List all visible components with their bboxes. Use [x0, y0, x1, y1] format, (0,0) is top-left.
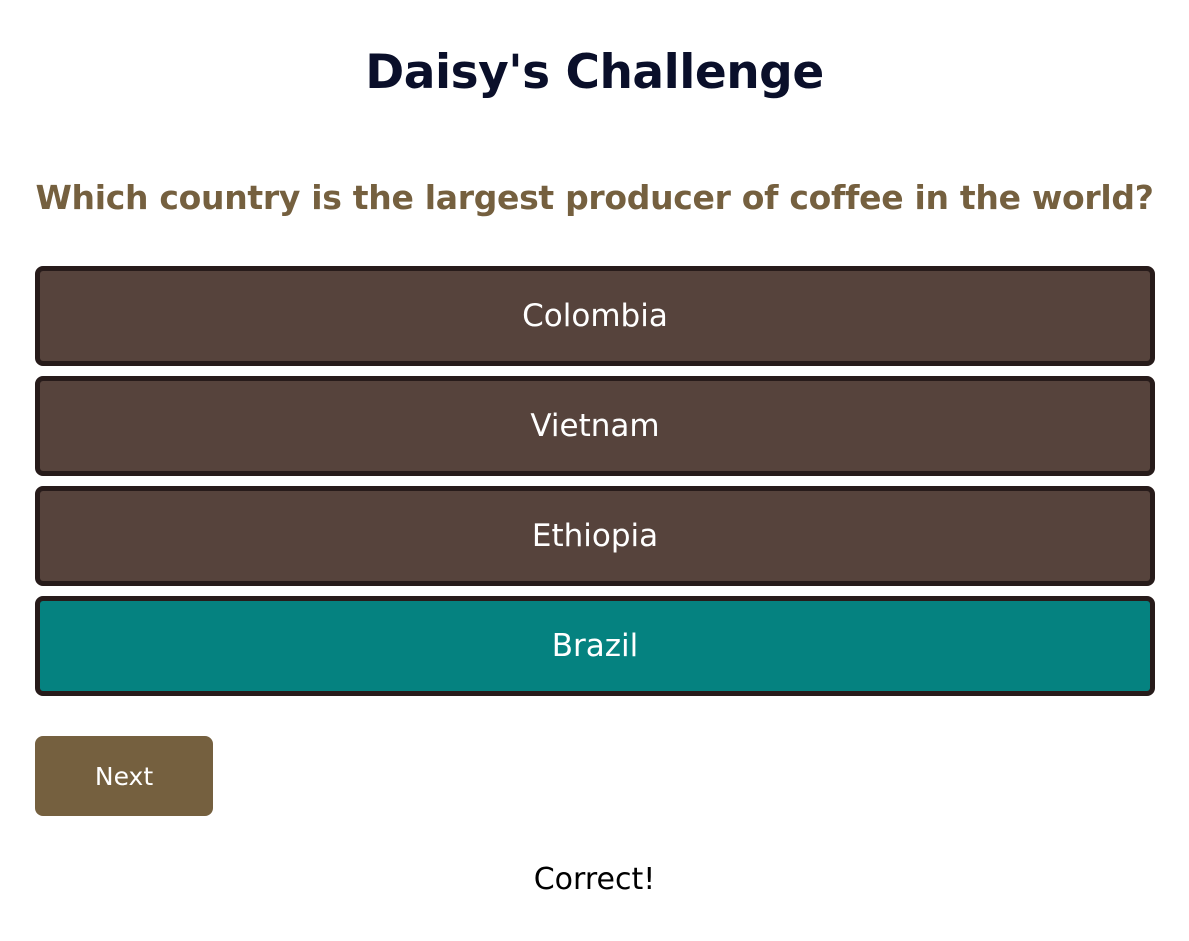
page-title: Daisy's Challenge [365, 45, 824, 100]
answer-option-colombia[interactable]: Colombia [35, 266, 1155, 366]
answer-list: Colombia Vietnam Ethiopia Brazil [35, 266, 1155, 706]
quiz-page: Daisy's Challenge Which country is the l… [0, 0, 1189, 941]
next-button[interactable]: Next [35, 736, 213, 816]
answer-option-ethiopia[interactable]: Ethiopia [35, 486, 1155, 586]
answer-option-brazil[interactable]: Brazil [35, 596, 1155, 696]
question-text: Which country is the largest producer of… [35, 178, 1154, 217]
answer-option-vietnam[interactable]: Vietnam [35, 376, 1155, 476]
feedback-message: Correct! [533, 862, 656, 897]
